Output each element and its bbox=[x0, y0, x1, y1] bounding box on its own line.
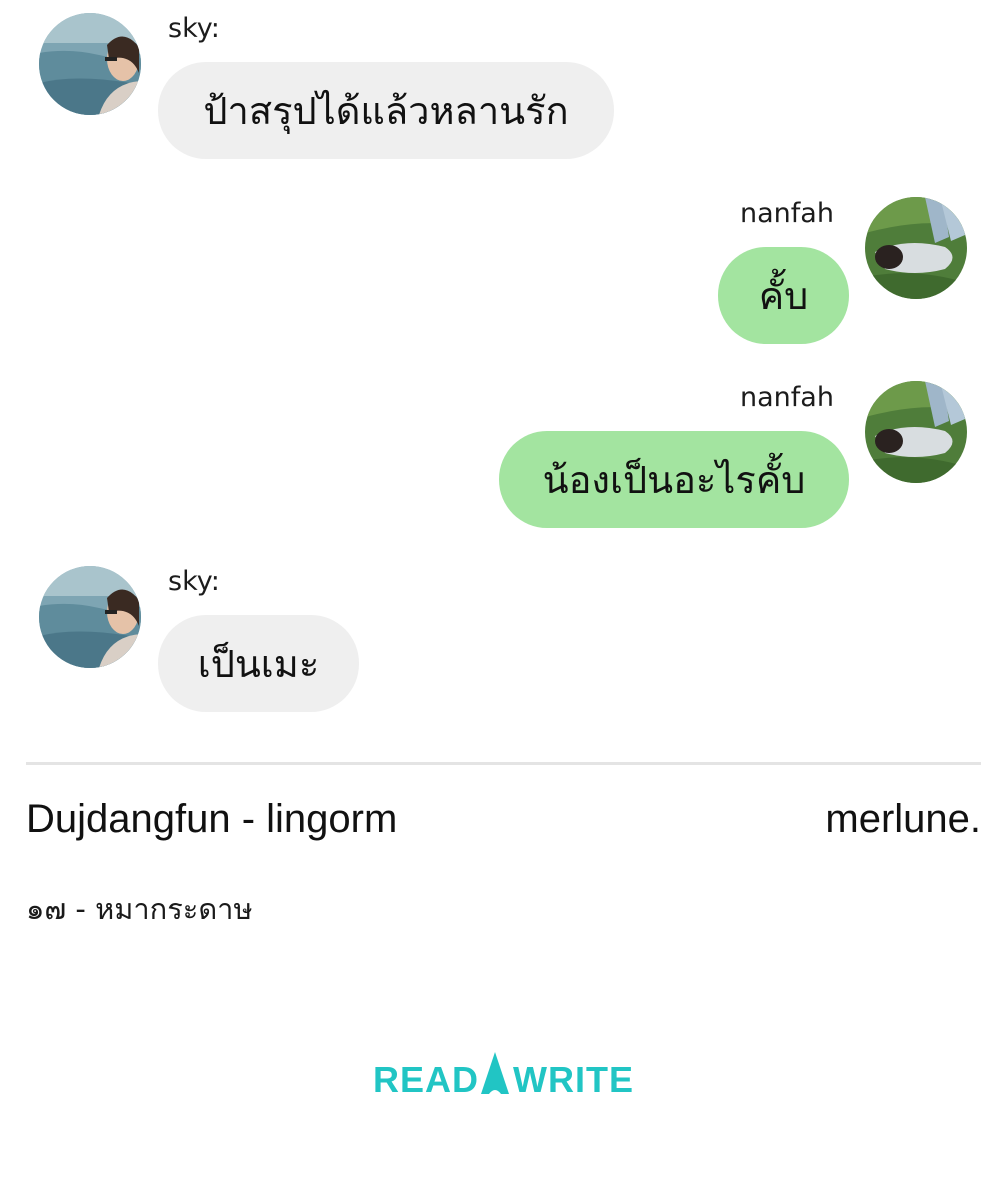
message-bubble[interactable]: เป็นเมะ bbox=[158, 615, 359, 712]
readawrite-logo[interactable]: READ WRITE bbox=[373, 1048, 635, 1100]
svg-text:READ: READ bbox=[373, 1059, 479, 1098]
message-bubble[interactable]: ป้าสรุปได้แล้วหลานรัก bbox=[158, 62, 614, 159]
divider bbox=[26, 762, 981, 765]
sender-name: nanfah bbox=[740, 382, 834, 413]
chapter-title: ๑๗ - หมากระดาษ bbox=[26, 892, 253, 926]
message-bubble[interactable]: คั้บ bbox=[718, 247, 849, 344]
avatar-sky[interactable] bbox=[39, 13, 141, 115]
sender-name: sky: bbox=[168, 566, 220, 597]
sender-name: nanfah bbox=[740, 198, 834, 229]
message-bubble[interactable]: น้องเป็นอะไรคั้บ bbox=[499, 431, 849, 528]
sender-name: sky: bbox=[168, 13, 220, 44]
story-title[interactable]: Dujdangfun - lingorm bbox=[26, 797, 397, 842]
svg-text:WRITE: WRITE bbox=[513, 1059, 634, 1098]
author-name[interactable]: merlune. bbox=[825, 797, 981, 842]
avatar-nanfah[interactable] bbox=[865, 381, 967, 483]
avatar-nanfah[interactable] bbox=[865, 197, 967, 299]
avatar-sky[interactable] bbox=[39, 566, 141, 668]
